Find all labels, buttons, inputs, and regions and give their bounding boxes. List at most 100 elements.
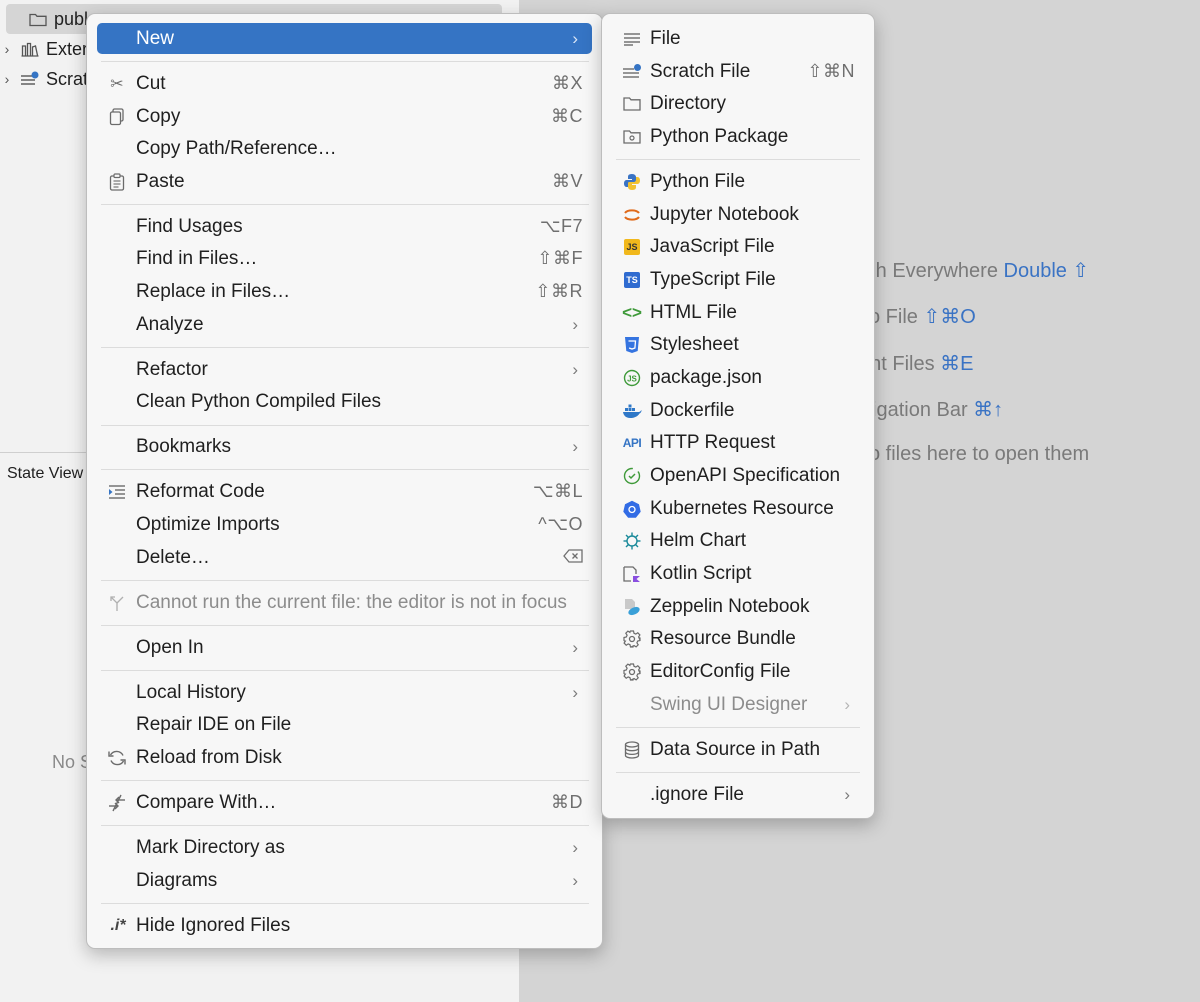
state-view-tab[interactable]: State View [7, 465, 83, 483]
menu-item-repair-ide[interactable]: Repair IDE on File [97, 709, 592, 740]
reformat-icon [107, 482, 127, 502]
package-folder-icon [622, 127, 642, 147]
menu-item-bookmarks[interactable]: Bookmarks › [97, 431, 592, 462]
javascript-icon: JS [622, 237, 642, 257]
submenu-item-kotlin-script[interactable]: Kotlin Script [612, 558, 864, 589]
menu-separator [616, 727, 860, 728]
compare-icon [107, 793, 127, 813]
submenu-item-javascript-file[interactable]: JS JavaScript File [612, 231, 864, 262]
reload-icon [107, 748, 127, 768]
submenu-item-html-file[interactable]: <> HTML File [612, 297, 864, 328]
folder-icon [622, 94, 642, 114]
chevron-right-icon: › [572, 870, 578, 890]
run-branch-icon [107, 593, 127, 613]
submenu-item-jupyter-notebook[interactable]: Jupyter Notebook [612, 199, 864, 230]
menu-separator [101, 469, 589, 470]
menu-item-paste[interactable]: Paste ⌘V [97, 166, 592, 197]
menu-item-diagrams[interactable]: Diagrams › [97, 865, 592, 896]
submenu-item-package-json[interactable]: JS package.json [612, 362, 864, 393]
openapi-icon [622, 466, 642, 486]
python-icon [622, 172, 642, 192]
hint-drop-files: o files here to open them [869, 443, 1090, 465]
menu-item-copy-path[interactable]: Copy Path/Reference… [97, 133, 592, 164]
menu-item-analyze[interactable]: Analyze › [97, 309, 592, 340]
typescript-icon: TS [622, 270, 642, 290]
ignore-icon: .i* [110, 916, 126, 934]
context-menu: New › ✂ Cut ⌘X Copy ⌘C Copy Path/Referen… [86, 13, 603, 949]
submenu-item-python-package[interactable]: Python Package [612, 121, 864, 152]
chevron-right-icon[interactable]: › [0, 41, 14, 57]
tree-item-label: publ [54, 8, 89, 29]
css-icon [622, 335, 642, 355]
menu-item-open-in[interactable]: Open In › [97, 632, 592, 663]
delete-key-icon [563, 547, 583, 568]
chevron-right-icon: › [572, 28, 578, 48]
tree-item-label: Scrat [46, 68, 89, 89]
submenu-item-typescript-file[interactable]: TS TypeScript File [612, 264, 864, 295]
tree-item-label: Exter [46, 38, 89, 59]
chevron-right-icon: › [572, 359, 578, 379]
submenu-item-kubernetes[interactable]: Kubernetes Resource [612, 493, 864, 524]
submenu-item-resource-bundle[interactable]: Resource Bundle [612, 623, 864, 654]
submenu-item-directory[interactable]: Directory [612, 88, 864, 119]
menu-item-replace-in-files[interactable]: Replace in Files… ⇧⌘R [97, 276, 592, 307]
menu-item-reformat-code[interactable]: Reformat Code ⌥⌘L [97, 476, 592, 507]
submenu-item-helm-chart[interactable]: Helm Chart [612, 525, 864, 556]
menu-item-compare-with[interactable]: Compare With… ⌘D [97, 787, 592, 818]
menu-item-copy[interactable]: Copy ⌘C [97, 101, 592, 132]
submenu-item-ignore-file[interactable]: .ignore File › [612, 779, 864, 810]
helm-icon [622, 531, 642, 551]
nodejs-icon: JS [622, 368, 642, 388]
submenu-item-dockerfile[interactable]: Dockerfile [612, 395, 864, 426]
menu-item-reload-from-disk[interactable]: Reload from Disk [97, 742, 592, 773]
gear-icon [622, 629, 642, 649]
hint-go-to-file: o File ⇧⌘O [869, 306, 976, 328]
menu-item-refactor[interactable]: Refactor › [97, 354, 592, 385]
kubernetes-icon [622, 499, 642, 519]
chevron-right-icon: › [572, 682, 578, 702]
submenu-item-file[interactable]: File [612, 23, 864, 54]
submenu-item-editorconfig[interactable]: EditorConfig File [612, 656, 864, 687]
database-icon [622, 740, 642, 760]
clipboard-icon [107, 172, 127, 192]
chevron-right-icon: › [844, 784, 850, 804]
menu-separator [101, 903, 589, 904]
menu-item-cannot-run: Cannot run the current file: the editor … [97, 587, 592, 618]
submenu-item-swing-ui-designer: Swing UI Designer › [650, 693, 850, 715]
menu-item-delete[interactable]: Delete… [97, 542, 592, 573]
tree-item-external-libraries[interactable]: › Exter [0, 34, 88, 64]
tree-item-scratches[interactable]: › Scrat [0, 64, 88, 94]
menu-item-mark-directory[interactable]: Mark Directory as › [97, 832, 592, 863]
html-icon: <> [622, 302, 642, 322]
library-icon [20, 41, 40, 57]
menu-item-find-in-files[interactable]: Find in Files… ⇧⌘F [97, 243, 592, 274]
api-icon: API [622, 435, 642, 450]
submenu-item-scratch-file[interactable]: Scratch File ⇧⌘N [612, 56, 864, 87]
menu-separator [616, 159, 860, 160]
chevron-right-icon: › [572, 314, 578, 334]
menu-item-cut[interactable]: ✂ Cut ⌘X [97, 68, 592, 99]
submenu-item-python-file[interactable]: Python File [612, 166, 864, 197]
chevron-right-icon: › [572, 837, 578, 857]
menu-item-clean-python[interactable]: Clean Python Compiled Files [97, 386, 592, 417]
chevron-right-icon[interactable]: › [0, 71, 14, 87]
menu-item-local-history[interactable]: Local History › [97, 677, 592, 708]
text-file-icon [622, 29, 642, 49]
menu-item-hide-ignored-files[interactable]: .i* Hide Ignored Files [97, 910, 592, 941]
menu-separator [616, 772, 860, 773]
menu-item-optimize-imports[interactable]: Optimize Imports ^⌥O [97, 509, 592, 540]
scissors-icon: ✂ [110, 75, 124, 93]
menu-separator [101, 347, 589, 348]
submenu-item-openapi-spec[interactable]: OpenAPI Specification [612, 460, 864, 491]
jupyter-icon [622, 205, 642, 225]
menu-item-new[interactable]: New › [97, 23, 592, 54]
copy-icon [107, 107, 127, 127]
hint-navigation-bar: igation Bar ⌘↑ [872, 399, 1004, 421]
submenu-item-data-source[interactable]: Data Source in Path [612, 734, 864, 765]
chevron-right-icon: › [572, 637, 578, 657]
menu-item-find-usages[interactable]: Find Usages ⌥F7 [97, 211, 592, 242]
menu-separator [101, 670, 589, 671]
submenu-item-http-request[interactable]: API HTTP Request [612, 427, 864, 458]
submenu-item-stylesheet[interactable]: Stylesheet [612, 329, 864, 360]
submenu-item-zeppelin-notebook[interactable]: Zeppelin Notebook [612, 591, 864, 622]
